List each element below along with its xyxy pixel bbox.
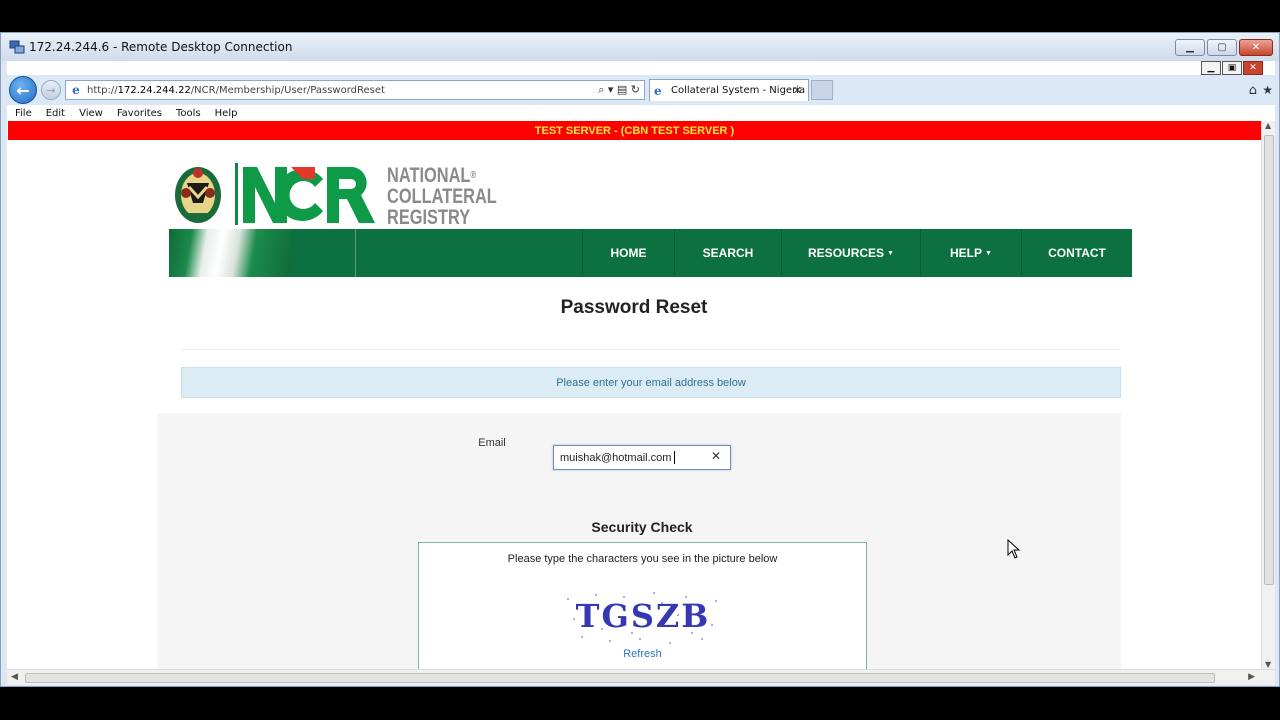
horizontal-scroll-thumb[interactable]	[25, 673, 1215, 683]
address-tools-icon[interactable]: ⌕ ▾ ▤ ↻	[598, 83, 640, 97]
home-icon[interactable]: ⌂	[1249, 83, 1257, 98]
page-viewport: TEST SERVER - (CBN TEST SERVER ) NATIONA…	[7, 121, 1261, 669]
ie-page-icon: e	[72, 83, 80, 97]
brand-line-registry: REGISTRY	[387, 206, 471, 229]
cbn-seal-icon	[175, 167, 221, 223]
security-check-title: Security Check	[591, 519, 693, 535]
new-tab-button[interactable]	[811, 80, 833, 100]
rdp-minimize-button[interactable]: ▁	[1175, 39, 1205, 56]
menu-file[interactable]: File	[15, 108, 32, 119]
nav-items: HOME SEARCH RESOURCES ▼ HELP ▼ CONTACT	[582, 229, 1132, 277]
vertical-scrollbar[interactable]: ▲ ▼	[1261, 121, 1275, 669]
forward-button[interactable]: →	[41, 80, 61, 100]
test-server-banner: TEST SERVER - (CBN TEST SERVER )	[8, 121, 1261, 140]
menu-help[interactable]: Help	[215, 108, 238, 119]
chevron-down-icon: ▼	[887, 249, 894, 257]
clear-input-icon[interactable]: ✕	[711, 449, 721, 463]
captcha-text: TGSZB	[576, 597, 711, 635]
horizontal-scrollbar[interactable]: ◀ ▶	[7, 669, 1275, 685]
main-navbar: HOME SEARCH RESOURCES ▼ HELP ▼ CONTACT	[169, 229, 1132, 277]
back-button[interactable]: ←	[9, 76, 37, 104]
nav-home-label: HOME	[610, 246, 647, 260]
rdp-titlebar[interactable]: 172.24.244.6 - Remote Desktop Connection…	[1, 33, 1279, 61]
captcha-refresh-link[interactable]: Refresh	[419, 648, 866, 660]
browser-window-controls: ▁ ▣ ✕	[1201, 61, 1263, 75]
ncr-logo-mark	[235, 163, 375, 225]
brand-registered-mark: ®	[470, 170, 477, 181]
ncr-brand-text: NATIONAL® COLLATERAL REGISTRY	[387, 165, 497, 228]
tab-favicon-icon: e	[654, 83, 662, 98]
info-alert: Please enter your email address below	[181, 367, 1121, 398]
menu-edit[interactable]: Edit	[46, 108, 65, 119]
scroll-up-icon[interactable]: ▲	[1265, 121, 1271, 130]
text-cursor	[674, 451, 675, 464]
nav-resources-dropdown[interactable]: RESOURCES ▼	[781, 229, 920, 277]
browser-close-button[interactable]: ✕	[1243, 61, 1263, 75]
site-logo[interactable]: NATIONAL® COLLATERAL REGISTRY	[173, 163, 497, 228]
nav-contact-label: CONTACT	[1048, 246, 1106, 260]
email-input[interactable]	[553, 445, 731, 470]
rdp-close-button[interactable]: ✕	[1239, 39, 1273, 56]
rdp-maximize-button[interactable]: ▢	[1207, 39, 1237, 56]
rdp-window-title: 172.24.244.6 - Remote Desktop Connection	[29, 40, 293, 54]
email-label: Email	[478, 437, 506, 449]
tab-title: Collateral System - Nigeria	[671, 85, 806, 96]
chevron-down-icon: ▼	[985, 249, 992, 257]
title-divider	[181, 349, 1121, 350]
address-bar[interactable]: e http://172.24.244.22/NCR/Membership/Us…	[65, 80, 645, 100]
browser-minimize-button[interactable]: ▁	[1201, 61, 1221, 75]
scroll-right-icon[interactable]: ▶	[1248, 672, 1255, 682]
vertical-scroll-thumb[interactable]	[1264, 135, 1274, 585]
nav-search[interactable]: SEARCH	[674, 229, 781, 277]
captcha-instructions: Please type the characters you see in th…	[507, 553, 778, 565]
nav-help-label: HELP	[950, 246, 983, 260]
scroll-down-icon[interactable]: ▼	[1265, 660, 1271, 669]
browser-restore-button[interactable]: ▣	[1222, 61, 1242, 75]
rdp-window-controls: ▁ ▢ ✕	[1175, 39, 1273, 56]
menu-tools[interactable]: Tools	[176, 108, 201, 119]
navbar-spacer	[355, 229, 582, 277]
browser-window: ▁ ▣ ✕ ← → e http://172.24.244.22/NCR/Mem…	[7, 61, 1275, 685]
page-title: Password Reset	[560, 297, 708, 318]
menu-bar: File Edit View Favorites Tools Help	[7, 105, 1275, 121]
menu-favorites[interactable]: Favorites	[117, 108, 162, 119]
address-prefix: http://	[87, 84, 118, 96]
remote-desktop-icon	[9, 40, 25, 54]
brand-line-national: NATIONAL	[387, 164, 471, 187]
nigeria-flag-image	[169, 229, 292, 277]
security-check-box: Please type the characters you see in th…	[418, 542, 867, 669]
address-host: 172.24.244.22	[117, 84, 191, 96]
nav-resources-label: RESOURCES	[808, 246, 885, 260]
scroll-left-icon[interactable]: ◀	[11, 672, 18, 682]
tab-close-icon[interactable]: ✕	[793, 84, 802, 97]
nav-contact[interactable]: CONTACT	[1021, 229, 1132, 277]
nav-search-label: SEARCH	[702, 246, 754, 260]
nav-home[interactable]: HOME	[582, 229, 674, 277]
favorites-star-icon[interactable]: ★	[1262, 83, 1273, 97]
nav-help-dropdown[interactable]: HELP ▼	[920, 229, 1021, 277]
browser-tab[interactable]: e Collateral System - Nigeria ✕	[649, 79, 809, 101]
browser-toolbar: ← → e http://172.24.244.22/NCR/Membershi…	[7, 75, 1275, 105]
captcha-image: TGSZB	[567, 592, 717, 644]
mouse-pointer-icon	[1007, 539, 1021, 559]
brand-line-collateral: COLLATERAL	[387, 185, 497, 208]
address-path: /NCR/Membership/User/PasswordReset	[190, 84, 385, 96]
menu-view[interactable]: View	[79, 108, 103, 119]
remote-desktop-window: 172.24.244.6 - Remote Desktop Connection…	[0, 32, 1280, 687]
